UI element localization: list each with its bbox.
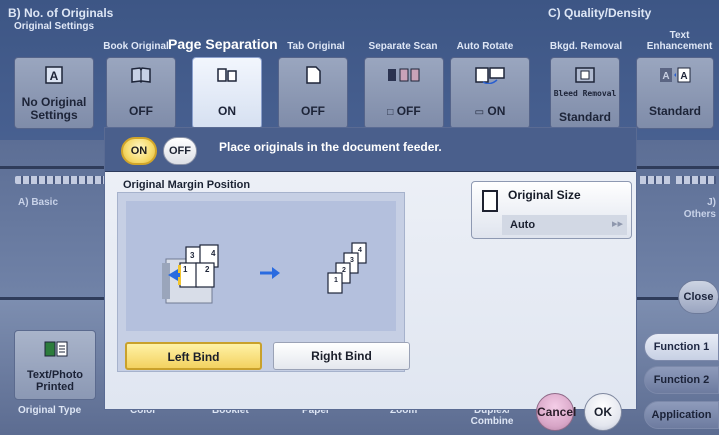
col-original-settings: Original Settings — [14, 21, 95, 32]
close-button[interactable]: Close — [678, 280, 719, 314]
auto-rotate-button[interactable]: ▭ ON — [450, 57, 530, 129]
ok-button[interactable]: OK — [584, 393, 622, 431]
separate-scan-value-text: OFF — [396, 104, 421, 118]
feeder-message: Place originals in the document feeder. — [219, 140, 442, 154]
page-separation-button[interactable]: ON — [192, 57, 262, 129]
svg-text:4: 4 — [211, 249, 216, 258]
col-auto-rotate: Auto Rotate — [456, 41, 514, 52]
margin-position-title: Original Margin Position — [123, 179, 251, 191]
tab-original-icon — [306, 66, 321, 84]
svg-text:4: 4 — [358, 247, 362, 254]
left-bind-illustration: 3 4 1 2 4 3 2 1 — [162, 242, 367, 304]
text-enhancement-icon: A A — [660, 67, 691, 83]
page-separation-dialog: ON OFF Place originals in the document f… — [104, 127, 637, 410]
svg-text:2: 2 — [205, 265, 210, 274]
function2-tab[interactable]: Function 2 — [644, 366, 719, 394]
others-tabbar-a — [640, 176, 670, 184]
application-tab[interactable]: Application — [644, 401, 719, 429]
original-type-label: Original Type — [18, 405, 82, 416]
function1-tab[interactable]: Function 1 — [644, 333, 719, 361]
book-original-value: OFF — [129, 104, 153, 118]
svg-text:2: 2 — [342, 267, 346, 274]
svg-text:A: A — [680, 71, 687, 82]
basic-label[interactable]: A) Basic — [18, 197, 58, 209]
text-enhancement-button[interactable]: A A Standard — [636, 57, 714, 129]
off-toggle[interactable]: OFF — [163, 137, 197, 165]
svg-text:3: 3 — [350, 257, 354, 264]
fast-forward-icon: ▸▸ — [611, 218, 623, 230]
col-bkgd-removal: Bkgd. Removal — [549, 41, 623, 52]
book-icon — [131, 67, 151, 84]
no-original-settings-button[interactable]: A No Original Settings — [14, 57, 94, 129]
svg-text:A: A — [662, 71, 669, 82]
dialog-header: ON OFF Place originals in the document f… — [105, 128, 636, 172]
on-toggle[interactable]: ON — [121, 137, 157, 165]
right-bind-button[interactable]: Right Bind — [273, 342, 410, 370]
margin-illustration-area: 3 4 1 2 4 3 2 1 — [126, 201, 396, 331]
tab-original-value: OFF — [301, 104, 325, 118]
others-label[interactable]: J) Others — [676, 197, 716, 221]
original-size-value: Auto — [502, 215, 627, 235]
original-a-icon: A — [45, 66, 63, 84]
dialog-title: Page Separation — [168, 36, 278, 52]
auto-rotate-icon — [475, 67, 505, 84]
bkgd-removal-button[interactable]: Bleed Removal Standard — [550, 57, 620, 129]
auto-rotate-value-text: ON — [487, 104, 506, 118]
separate-scan-value: □ OFF — [365, 104, 443, 118]
section-c-title: C) Quality/Density — [548, 6, 652, 20]
page-separation-value: ON — [218, 104, 236, 118]
svg-text:A: A — [50, 69, 59, 83]
left-bind-button[interactable]: Left Bind — [125, 342, 262, 370]
text-photo-label: Text/Photo Printed — [26, 369, 83, 393]
auto-rotate-value: ▭ ON — [451, 104, 529, 118]
basic-tabbar — [15, 176, 107, 184]
text-enhancement-value: Standard — [648, 104, 701, 118]
bkgd-removal-value: Standard — [558, 110, 611, 124]
section-b-title: B) No. of Originals — [8, 6, 114, 20]
col-tab-original: Tab Original — [287, 41, 345, 52]
no-original-settings-label: No Original Settings — [21, 95, 87, 122]
col-book-original: Book Original — [103, 41, 169, 52]
separate-scan-icon — [388, 68, 420, 82]
tab-original-button[interactable]: OFF — [278, 57, 348, 129]
separate-scan-small-icon: □ — [387, 107, 394, 118]
bleed-removal-small: Bleed Removal — [553, 89, 617, 98]
document-icon — [482, 190, 498, 212]
svg-text:1: 1 — [183, 265, 188, 274]
cancel-button[interactable]: Cancel — [536, 393, 576, 431]
bkgd-removal-icon — [575, 67, 595, 83]
text-photo-icon — [44, 341, 68, 357]
book-original-button[interactable]: OFF — [106, 57, 176, 129]
original-size-button[interactable]: Original Size Auto ▸▸ — [471, 181, 632, 239]
col-text-enhancement: Text Enhancement — [646, 30, 713, 52]
page-separation-icon — [217, 68, 237, 82]
svg-text:1: 1 — [334, 277, 338, 284]
col-separate-scan: Separate Scan — [368, 41, 438, 52]
original-size-label: Original Size — [508, 188, 581, 202]
separate-scan-button[interactable]: □ OFF — [364, 57, 444, 129]
auto-rotate-small-icon: ▭ — [474, 107, 485, 118]
svg-text:3: 3 — [190, 251, 195, 260]
others-tabbar-b — [676, 176, 716, 184]
text-photo-printed-button[interactable]: Text/Photo Printed — [14, 330, 96, 400]
